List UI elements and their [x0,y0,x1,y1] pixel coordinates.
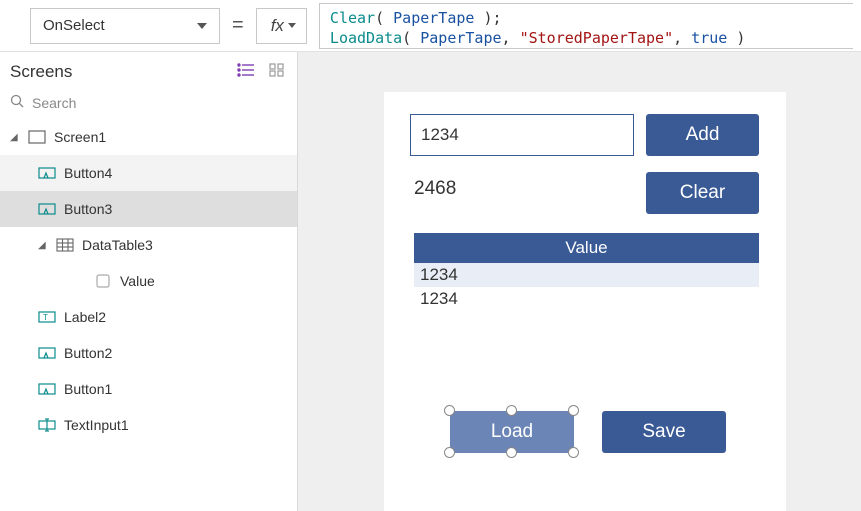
tree-item-label2[interactable]: T Label2 [0,299,297,335]
tree-item-screen1[interactable]: ◢ Screen1 [0,119,297,155]
button-label: Clear [680,182,725,204]
screen-icon [28,129,46,145]
selection-handle[interactable] [506,447,517,458]
table-row[interactable]: 1234 [414,287,759,311]
data-table[interactable]: Value 1234 1234 [414,233,759,311]
fx-indicator[interactable]: fx [256,8,307,44]
panel-title: Screens [10,62,72,82]
chevron-down-icon [288,23,296,28]
tree-label: Button3 [64,201,112,217]
tree-label: TextInput1 [64,417,129,433]
add-button[interactable]: Add [646,114,759,156]
search-icon [10,94,24,111]
clear-button[interactable]: Clear [646,172,759,214]
formula-bar[interactable]: Clear( PaperTape ); LoadData( PaperTape,… [319,3,853,49]
formula-toolbar: OnSelect = fx Clear( PaperTape ); LoadDa… [0,0,861,52]
caret-icon: ◢ [10,132,20,143]
text-input[interactable]: 1234 [410,114,634,156]
selection-handle[interactable] [506,405,517,416]
button-label: Load [491,421,533,443]
tree-label: Label2 [64,309,106,325]
svg-text:T: T [43,313,48,322]
tree-label: Button2 [64,345,112,361]
panel-header: Screens [0,52,297,88]
search-input[interactable] [32,95,287,111]
save-button[interactable]: Save [602,411,726,453]
canvas[interactable]: 1234 Add 2468 Clear Value 1234 1234 Load [298,52,861,511]
chevron-down-icon [197,23,207,29]
tree-label: DataTable3 [82,237,153,253]
tree-label: Button1 [64,381,112,397]
tree-item-button1[interactable]: Button1 [0,371,297,407]
fx-label: fx [271,16,284,36]
tree-panel: Screens ◢ Screen1 [0,52,298,511]
property-selector[interactable]: OnSelect [30,8,220,44]
table-header: Value [414,233,759,263]
button-icon [38,165,56,181]
selection-handle[interactable] [568,447,579,458]
app-frame: 1234 Add 2468 Clear Value 1234 1234 Load [384,92,786,511]
equals-sign: = [232,14,244,37]
sum-label: 2468 [414,178,456,200]
button-icon [38,345,56,361]
selection-handle[interactable] [444,405,455,416]
tree-item-textinput1[interactable]: TextInput1 [0,407,297,443]
tree-item-button4[interactable]: Button4 [0,155,297,191]
text-input-value: 1234 [421,125,459,145]
label-icon: T [38,309,56,325]
button-icon [38,381,56,397]
table-row[interactable]: 1234 [414,263,759,287]
tree-item-value[interactable]: Value [0,263,297,299]
datatable-icon [56,237,74,253]
button-label: Add [686,124,720,146]
tree-item-button2[interactable]: Button2 [0,335,297,371]
formula-line-2: LoadData( PaperTape, "StoredPaperTape", … [330,28,843,48]
button-icon [38,201,56,217]
column-icon [94,273,112,289]
tree-item-button3[interactable]: Button3 [0,191,297,227]
tree-label: Screen1 [54,129,106,145]
selection-handle[interactable] [568,405,579,416]
tree-label: Value [120,273,155,289]
caret-icon: ◢ [38,240,48,251]
tree: ◢ Screen1 Button4 Button3 ◢ [0,119,297,511]
button-label: Save [642,421,685,443]
tree-view-icon[interactable] [237,62,255,82]
selection-handle[interactable] [444,447,455,458]
tree-item-datatable3[interactable]: ◢ DataTable3 [0,227,297,263]
thumbnail-view-icon[interactable] [269,62,285,82]
tree-label: Button4 [64,165,112,181]
search-row [0,88,297,119]
property-label: OnSelect [43,17,105,34]
textinput-icon [38,417,56,433]
formula-line-1: Clear( PaperTape ); [330,8,843,28]
